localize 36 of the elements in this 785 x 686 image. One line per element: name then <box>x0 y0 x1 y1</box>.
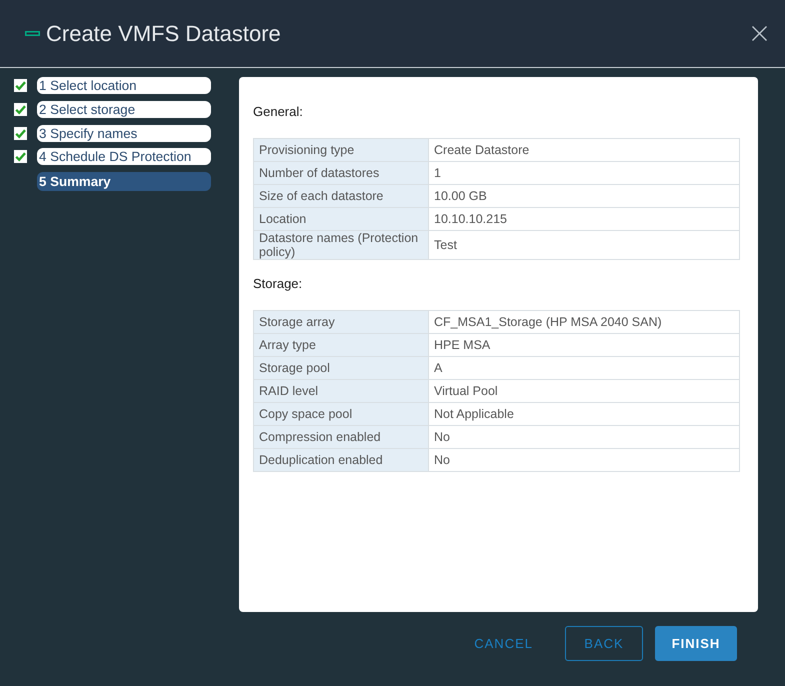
row-label: Size of each datastore <box>254 184 428 208</box>
row-value: 1 <box>428 162 740 184</box>
logo-icon <box>25 31 40 36</box>
row-label: Provisioning type <box>254 138 428 162</box>
step-item[interactable]: 4 Schedule DS Protection <box>37 148 211 166</box>
row-label: Datastore names (Protection policy) <box>254 230 428 260</box>
row-value: Create Datastore <box>428 138 740 162</box>
close-button[interactable] <box>752 26 767 41</box>
row-value: Not Applicable <box>428 402 740 426</box>
row-value: Test <box>428 230 740 260</box>
row-label: Number of datastores <box>254 162 428 184</box>
row-value: CF_MSA1_Storage (HP MSA 2040 SAN) <box>428 310 740 334</box>
row-label: Location <box>254 208 428 230</box>
window-title: Create VMFS Datastore <box>46 20 282 46</box>
section-heading: General: <box>253 104 304 120</box>
row-value: 10.10.10.215 <box>428 208 740 230</box>
row-label: RAID level <box>254 380 428 402</box>
row-value: 10.00 GB <box>428 184 740 208</box>
row-label: Array type <box>254 334 428 356</box>
finish-button[interactable]: FINISH <box>655 626 737 661</box>
row-label: Compression enabled <box>254 426 428 448</box>
section-heading: Storage: <box>253 276 304 292</box>
close-icon <box>752 26 767 41</box>
row-label: Storage array <box>254 310 428 334</box>
row-label: Deduplication enabled <box>254 448 428 472</box>
row-label: Storage pool <box>254 356 428 380</box>
row-value: A <box>428 356 740 380</box>
step-item[interactable]: 2 Select storage <box>37 100 211 118</box>
row-value: No <box>428 448 740 472</box>
step-item[interactable]: 5 Summary <box>37 172 211 191</box>
row-value: HPE MSA <box>428 334 740 356</box>
row-label: Copy space pool <box>254 402 428 426</box>
step-item[interactable]: 1 Select location <box>37 77 211 94</box>
row-value: Virtual Pool <box>428 380 740 402</box>
row-value: No <box>428 426 740 448</box>
step-item[interactable]: 3 Specify names <box>37 124 211 142</box>
